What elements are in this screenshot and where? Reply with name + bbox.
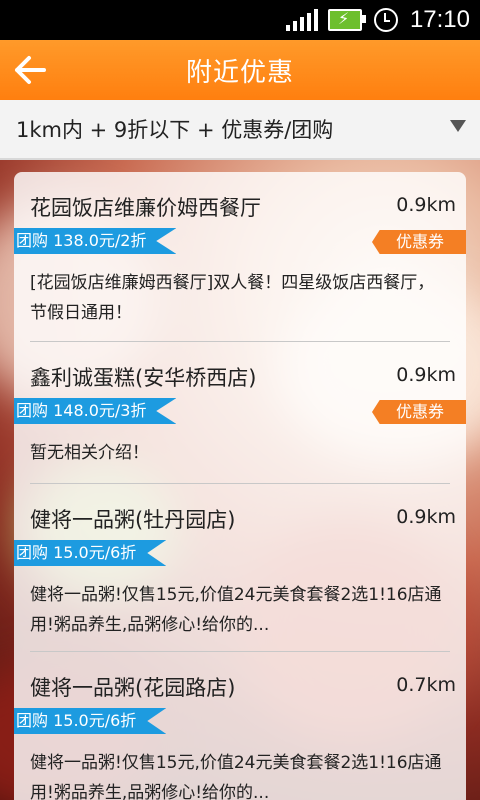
filter-dropdown[interactable]: 1km内 + 9折以下 + 优惠券/团购 bbox=[0, 100, 480, 160]
group-buy-badge: 团购 15.0元/6折 bbox=[14, 540, 167, 566]
list-item[interactable]: 健将一品粥(牡丹园店) 0.9km 团购 15.0元/6折 健将一品粥!仅售15… bbox=[14, 484, 466, 652]
distance: 0.9km bbox=[396, 364, 456, 386]
group-buy-badge: 团购 15.0元/6折 bbox=[14, 708, 167, 734]
page-title: 附近优惠 bbox=[185, 57, 294, 88]
deal-list: 花园饭店维廉价姆西餐厅 0.9km 团购 138.0元/2折 优惠券 [花园饭店… bbox=[14, 172, 466, 800]
list-item[interactable]: 花园饭店维廉价姆西餐厅 0.9km 团购 138.0元/2折 优惠券 [花园饭店… bbox=[14, 172, 466, 342]
battery-charging-icon: ⚡ bbox=[327, 9, 366, 31]
status-bar: ⚡ 17:10 bbox=[0, 0, 480, 40]
distance: 0.9km bbox=[396, 194, 456, 216]
title-bar: 附近优惠 bbox=[0, 40, 480, 101]
coupon-badge: 优惠券 bbox=[372, 230, 466, 254]
merchant-name: 鑫利诚蛋糕(安华桥西店) bbox=[30, 366, 257, 390]
deal-description: 暂无相关介绍！ bbox=[30, 443, 149, 463]
distance: 0.7km bbox=[396, 674, 456, 696]
dropdown-arrow-icon bbox=[450, 120, 466, 132]
distance: 0.9km bbox=[396, 506, 456, 528]
merchant-name: 花园饭店维廉价姆西餐厅 bbox=[30, 196, 261, 220]
merchant-name: 健将一品粥(花园路店) bbox=[30, 676, 236, 700]
list-item[interactable]: 鑫利诚蛋糕(安华桥西店) 0.9km 团购 148.0元/3折 优惠券 暂无相关… bbox=[14, 342, 466, 484]
merchant-name: 健将一品粥(牡丹园店) bbox=[30, 508, 236, 532]
deal-description: [花园饭店维廉姆西餐厅]双人餐！四星级饭店西餐厅，节假日通用！ bbox=[30, 273, 435, 323]
deal-description: 健将一品粥!仅售15元,价值24元美食套餐2选1!16店通用!粥品养生,品粥修心… bbox=[30, 753, 442, 800]
back-arrow-icon bbox=[15, 56, 46, 84]
list-item[interactable]: 健将一品粥(花园路店) 0.7km 团购 15.0元/6折 健将一品粥!仅售15… bbox=[14, 652, 466, 800]
alarm-icon bbox=[373, 8, 398, 32]
signal-icon bbox=[285, 9, 318, 31]
filter-text: 1km内 + 9折以下 + 优惠券/团购 bbox=[16, 118, 334, 142]
status-time: 17:10 bbox=[409, 6, 470, 33]
group-buy-badge: 团购 138.0元/2折 bbox=[14, 228, 177, 254]
coupon-badge: 优惠券 bbox=[372, 400, 466, 424]
back-button[interactable] bbox=[10, 50, 50, 90]
deal-description: 健将一品粥!仅售15元,价值24元美食套餐2选1!16店通用!粥品养生,品粥修心… bbox=[30, 585, 442, 635]
group-buy-badge: 团购 148.0元/3折 bbox=[14, 398, 177, 424]
